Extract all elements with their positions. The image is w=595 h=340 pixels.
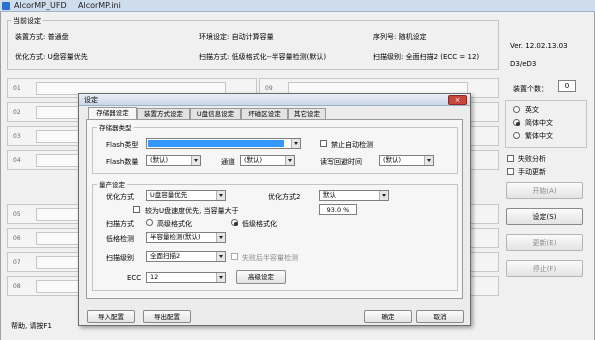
low-check-select[interactable]: 半容量检测(默认) (146, 232, 226, 243)
export-config-button[interactable]: 导出配置 (143, 310, 191, 323)
scan-high-format-radio[interactable] (146, 219, 153, 226)
fail-analysis-label: 失败分析 (518, 155, 546, 163)
refresh-button[interactable]: 更新(E) (506, 234, 583, 251)
read-retry-label: 读写回避时间 (320, 158, 362, 166)
no-auto-detect-label: 禁止自动检测 (331, 141, 373, 149)
optimize2-select[interactable]: 默认 (319, 190, 389, 201)
scan-mode-text: 扫描方式: 低级格式化--半容量检测(默认) (199, 53, 327, 61)
optimize2-label: 优化方式2 (268, 193, 301, 201)
import-config-button[interactable]: 导入配置 (87, 310, 135, 323)
lang-english-label: 英文 (525, 106, 539, 114)
ecc-label: ECC (127, 274, 142, 282)
read-retry-select[interactable]: (默认) (379, 155, 434, 166)
no-auto-detect-checkbox[interactable] (320, 140, 327, 147)
chevron-down-icon (285, 156, 294, 165)
status-help-text: 帮助, 请按F1 (11, 322, 52, 330)
tab-device-mode[interactable]: 装置方式设定 (137, 108, 190, 119)
channel-label: 通道 (221, 158, 235, 166)
low-speed-label: 较为U盘速度优先, 当容量大于 (145, 207, 239, 215)
flash-count-select[interactable]: (默认) (146, 155, 201, 166)
setting-button[interactable]: 设定(S) (506, 208, 583, 225)
app-icon (2, 2, 10, 10)
optimize-text: 优化方式: U盘容量优先 (15, 53, 88, 61)
fail-half-check-label: 失败后半容量检测 (242, 254, 298, 262)
manual-update-checkbox[interactable] (507, 168, 514, 175)
chevron-down-icon (379, 191, 388, 200)
lang-traditional-radio[interactable] (513, 132, 520, 139)
tab-other[interactable]: 其它设定 (288, 108, 326, 119)
chevron-down-icon (291, 139, 300, 148)
current-settings-group (7, 20, 499, 70)
device-count-label: 装置个数： (513, 85, 548, 93)
lang-traditional-label: 繁体中文 (525, 132, 553, 140)
optimize-label: 优化方式 (106, 193, 134, 201)
ini-file-name: AlcorMP.ini (78, 1, 121, 10)
flash-type-select[interactable] (146, 138, 301, 149)
version-text: Ver. 12.02.13.03 (510, 42, 568, 50)
tab-storage[interactable]: 存储器设定 (88, 107, 137, 119)
capacity-percent-field[interactable]: 93.0 % (319, 204, 357, 215)
channel-select[interactable]: (默认) (240, 155, 295, 166)
ecc-select[interactable]: 12 (146, 272, 226, 283)
window-titlebar: AlcorMP_UFD AlcorMP.ini (0, 0, 595, 12)
fail-half-check-checkbox[interactable] (231, 253, 238, 260)
low-speed-checkbox[interactable] (133, 206, 140, 213)
chevron-down-icon (216, 273, 225, 282)
tab-udisk-info[interactable]: U盘信息设定 (190, 108, 241, 119)
lang-simplified-radio[interactable] (513, 119, 520, 126)
settings-dialog: 设定 × 存储器设定 装置方式设定 U盘信息设定 坏磁区设定 其它设定 存储器类… (78, 93, 471, 326)
chevron-down-icon (216, 252, 225, 261)
stop-button[interactable]: 停止(F) (506, 260, 583, 277)
scan-low-format-radio[interactable] (231, 219, 238, 226)
storage-type-title: 存储器类型 (97, 122, 134, 132)
env-setting-text: 环境设定: 自动计算容量 (199, 33, 274, 41)
start-button[interactable]: 开始(A) (506, 182, 583, 199)
manual-update-label: 手动更新 (518, 168, 546, 176)
current-settings-title: 当前设定 (11, 16, 43, 26)
ok-button[interactable]: 确定 (364, 310, 412, 323)
chevron-down-icon (216, 191, 225, 200)
optimize-select[interactable]: U盘容量优先 (146, 190, 226, 201)
advanced-settings-button[interactable]: 高级设定 (236, 270, 286, 284)
mass-production-title: 量产设定 (97, 179, 127, 189)
dialog-titlebar: 设定 × (79, 94, 470, 106)
device-id-text: D3/eD3 (510, 60, 537, 68)
close-icon[interactable]: × (448, 95, 467, 105)
flash-count-label: Flash数量 (106, 158, 139, 166)
app-title: AlcorMP_UFD (14, 1, 67, 10)
scan-high-format-label: 高级格式化 (157, 220, 192, 228)
scan-low-format-label: 低级格式化 (242, 220, 277, 228)
chevron-down-icon (216, 233, 225, 242)
fail-analysis-checkbox[interactable] (507, 155, 514, 162)
device-type-text: 装置方式: 普通盘 (15, 33, 69, 41)
chevron-down-icon (191, 156, 200, 165)
scan-mode-label: 扫描方式 (106, 220, 134, 228)
flash-type-value (148, 140, 284, 147)
dialog-title: 设定 (84, 96, 98, 104)
scan-level-label: 扫描级别 (106, 254, 134, 262)
tab-bad-block[interactable]: 坏磁区设定 (241, 108, 288, 119)
cancel-button[interactable]: 取消 (416, 310, 464, 323)
scan-level-text: 扫描级别: 全面扫描2 (ECC = 12) (373, 53, 480, 61)
chevron-down-icon (424, 156, 433, 165)
storage-tab-panel: 存储器类型 Flash类型 禁止自动检测 Flash数量 (默认) 通道 (默认… (86, 119, 463, 299)
device-count-field: 0 (558, 80, 576, 92)
scan-level-select[interactable]: 全面扫描2 (146, 251, 226, 262)
serial-text: 序列号: 随机设定 (373, 33, 427, 41)
lang-english-radio[interactable] (513, 106, 520, 113)
lang-simplified-label: 简体中文 (525, 119, 553, 127)
low-check-label: 低格检测 (106, 235, 134, 243)
flash-type-label: Flash类型 (106, 141, 139, 149)
storage-type-group (92, 127, 458, 174)
